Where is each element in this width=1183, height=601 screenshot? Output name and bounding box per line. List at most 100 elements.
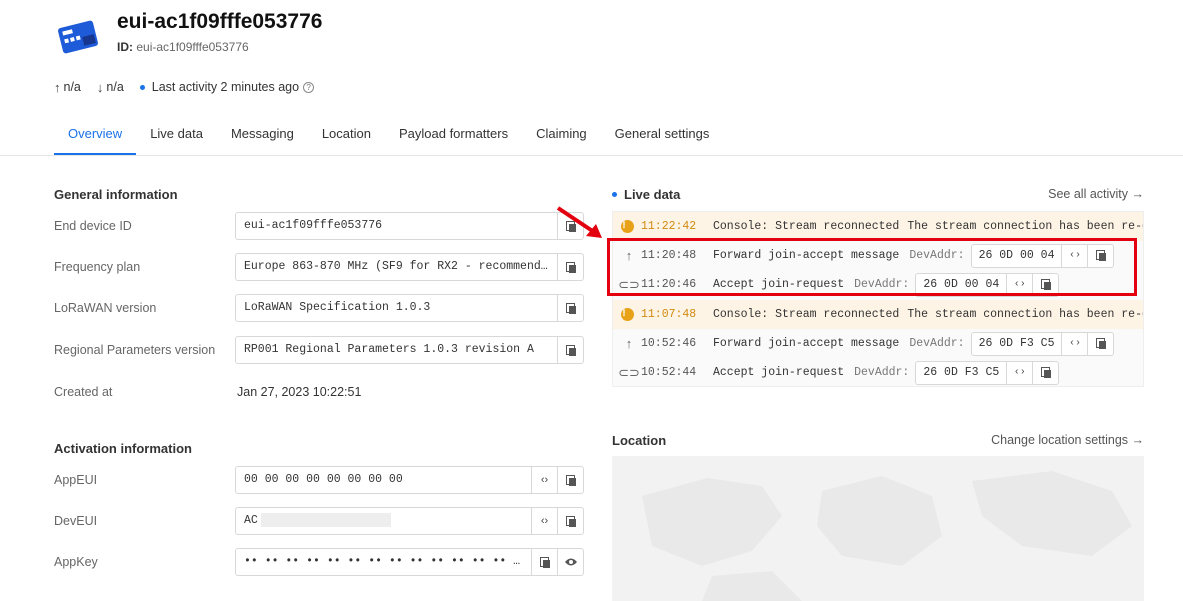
tab-location[interactable]: Location: [308, 123, 385, 155]
device-header: eui-ac1f09fffe053776 ID: eui-ac1f09fffe0…: [54, 10, 754, 60]
copy-button[interactable]: [557, 467, 583, 493]
appkey-row: AppKey •• •• •• •• •• •• •• •• •• •• •• …: [54, 548, 584, 576]
appkey-value[interactable]: •• •• •• •• •• •• •• •• •• •• •• •• •• •…: [236, 549, 531, 575]
activation-info-title: Activation information: [54, 441, 192, 456]
frequency-plan-field: Europe 863-870 MHz (SF9 for RX2 - recomm…: [235, 253, 584, 281]
see-all-activity-link[interactable]: See all activity →: [1048, 187, 1144, 201]
dev-addr-field: 26 0D F3 C5 ‹›: [970, 331, 1115, 356]
copy-button[interactable]: [557, 508, 583, 534]
dev-addr-label: DevAddr:: [854, 366, 910, 379]
arrow-up-icon: ↑: [625, 336, 633, 351]
uplink-stat: ↑ n/a: [54, 79, 81, 95]
copy-icon: [566, 302, 576, 314]
appeui-row: AppEUI 00 00 00 00 00 00 00 00 ‹›: [54, 466, 584, 494]
event-time: 10:52:46: [641, 337, 697, 350]
eye-icon: [564, 558, 577, 566]
end-device-id-value[interactable]: eui-ac1f09fffe053776: [236, 213, 557, 239]
link-icon: ⊂⊃: [618, 364, 640, 380]
appeui-label: AppEUI: [54, 473, 98, 487]
map-land-shapes: [642, 471, 1132, 601]
help-icon[interactable]: ?: [303, 81, 315, 93]
code-icon: ‹›: [1068, 338, 1081, 349]
created-at-row: Created at Jan 27, 2023 10:22:51: [54, 378, 584, 406]
tab-live-data[interactable]: Live data: [136, 123, 217, 155]
end-device-id-row: End device ID eui-ac1f09fffe053776: [54, 212, 584, 240]
copy-icon: [1041, 367, 1052, 378]
toggle-byte-order-button[interactable]: ‹›: [531, 508, 557, 534]
event-detail: The stream connection has been re-establ…: [907, 220, 1143, 233]
appeui-value[interactable]: 00 00 00 00 00 00 00 00: [236, 467, 531, 493]
end-device-id-label: End device ID: [54, 219, 132, 233]
dev-addr-field: 26 0D F3 C5 ‹›: [915, 360, 1060, 385]
tab-messaging[interactable]: Messaging: [217, 123, 308, 155]
toggle-byte-order-button[interactable]: ‹›: [1061, 332, 1087, 355]
copy-button[interactable]: [557, 254, 583, 280]
dev-addr-value[interactable]: 26 0D F3 C5: [916, 362, 1006, 384]
copy-button[interactable]: [557, 337, 583, 363]
device-title: eui-ac1f09fffe053776: [117, 10, 323, 33]
tab-general-settings[interactable]: General settings: [601, 123, 724, 155]
event-row[interactable]: ↑ 10:52:46 Forward join-accept message D…: [613, 329, 1143, 358]
lorawan-version-row: LoRaWAN version LoRaWAN Specification 1.…: [54, 294, 584, 322]
code-icon: ‹›: [540, 515, 549, 527]
event-row[interactable]: ⊂⊃ 10:52:44 Accept join-request DevAddr:…: [613, 358, 1143, 386]
warning-icon: !: [621, 220, 634, 233]
toggle-byte-order-button[interactable]: ‹›: [531, 467, 557, 493]
device-stats: ↑ n/a ↓ n/a Last activity 2 minutes ago …: [54, 79, 330, 95]
created-at-value: Jan 27, 2023 10:22:51: [237, 385, 362, 399]
deveui-field: AC ‹›: [235, 507, 584, 535]
tab-overview[interactable]: Overview: [54, 123, 137, 155]
frequency-plan-value[interactable]: Europe 863-870 MHz (SF9 for RX2 - recomm…: [236, 254, 557, 280]
copy-icon: [1096, 338, 1107, 349]
tab-claiming[interactable]: Claiming: [522, 123, 601, 155]
copy-button[interactable]: [1032, 361, 1058, 384]
toggle-byte-order-button[interactable]: ‹›: [1006, 361, 1032, 384]
status-dot-icon: [139, 84, 145, 90]
appeui-field: 00 00 00 00 00 00 00 00 ‹›: [235, 466, 584, 494]
live-dot-icon: [612, 192, 617, 197]
deveui-label: DevEUI: [54, 514, 98, 528]
frequency-plan-row: Frequency plan Europe 863-870 MHz (SF9 f…: [54, 253, 584, 281]
copy-icon: [540, 556, 550, 568]
lorawan-version-value[interactable]: LoRaWAN Specification 1.0.3: [236, 295, 557, 321]
arrow-up-icon: ↑: [54, 79, 61, 95]
event-time: 10:52:44: [641, 366, 697, 379]
copy-button[interactable]: [531, 549, 557, 575]
redacted-value: [260, 512, 391, 527]
dev-addr-label: DevAddr:: [909, 337, 965, 350]
frequency-plan-label: Frequency plan: [54, 260, 141, 274]
arrow-down-icon: ↓: [96, 79, 104, 95]
copy-button[interactable]: [1087, 332, 1113, 355]
code-icon: ‹›: [540, 474, 549, 486]
tab-divider: [0, 155, 1183, 156]
event-message: Console: Stream reconnected: [713, 220, 900, 233]
location-header: Location Change location settings →: [612, 433, 1144, 449]
downlink-stat: ↓ n/a: [96, 79, 124, 95]
lorawan-version-field: LoRaWAN Specification 1.0.3: [235, 294, 584, 322]
event-detail: The stream connection has been re-establ…: [907, 308, 1143, 321]
deveui-row: DevEUI AC ‹›: [54, 507, 584, 535]
tab-payload-formatters[interactable]: Payload formatters: [385, 123, 522, 155]
last-activity: Last activity 2 minutes ago ?: [139, 80, 315, 94]
general-info-title: General information: [54, 187, 178, 202]
regional-params-value[interactable]: RP001 Regional Parameters 1.0.3 revision…: [236, 337, 557, 363]
created-at-label: Created at: [54, 385, 113, 399]
device-icon: [58, 20, 98, 54]
tab-bar: Overview Live data Messaging Location Pa…: [54, 123, 723, 156]
regional-params-label: Regional Parameters version: [54, 343, 216, 357]
copy-button[interactable]: [557, 295, 583, 321]
dev-addr-value[interactable]: 26 0D F3 C5: [972, 333, 1062, 355]
device-id: ID: eui-ac1f09fffe053776: [117, 40, 249, 54]
event-row[interactable]: ! 11:22:42 Console: Stream reconnected T…: [613, 212, 1143, 241]
event-message: Accept join-request: [713, 366, 845, 379]
change-location-settings-link[interactable]: Change location settings →: [991, 433, 1144, 447]
show-key-button[interactable]: [557, 549, 583, 575]
location-map[interactable]: [612, 456, 1144, 601]
event-message: Forward join-accept message: [713, 337, 900, 350]
deveui-value[interactable]: AC: [236, 508, 531, 534]
appkey-field: •• •• •• •• •• •• •• •• •• •• •• •• •• •…: [235, 548, 584, 576]
live-data-title: Live data: [612, 187, 680, 202]
lorawan-version-label: LoRaWAN version: [54, 301, 157, 315]
event-row[interactable]: ! 11:07:48 Console: Stream reconnected T…: [613, 300, 1143, 329]
event-message: Console: Stream reconnected: [713, 308, 900, 321]
